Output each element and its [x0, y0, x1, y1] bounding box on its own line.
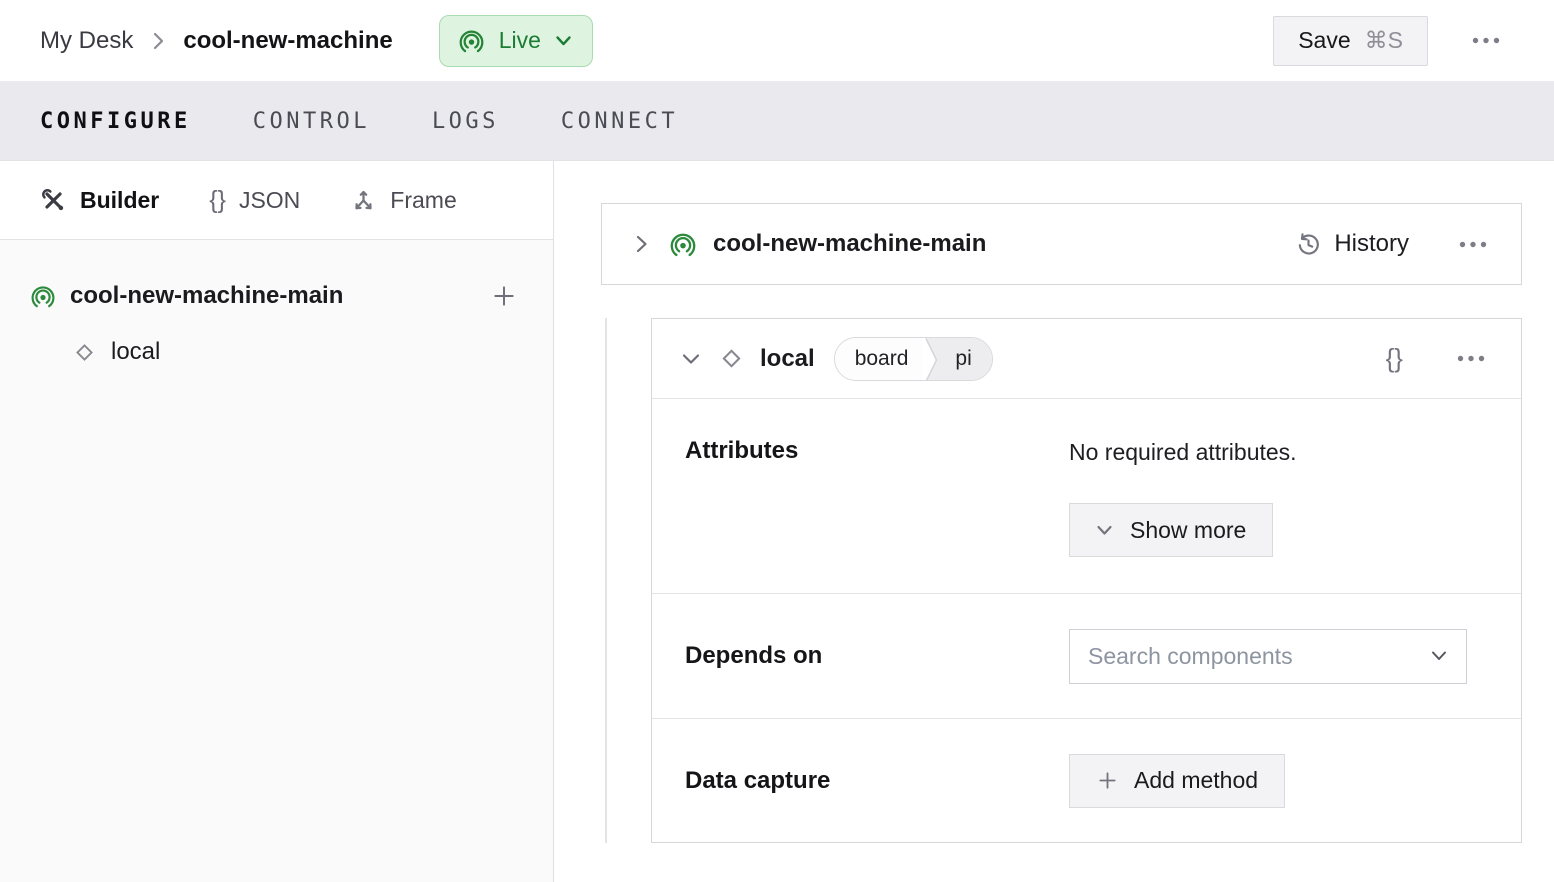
- breadcrumb-current: cool-new-machine: [183, 27, 392, 55]
- tab-control[interactable]: CONTROL: [253, 103, 370, 140]
- component-model-badge: board pi: [834, 337, 993, 381]
- attributes-label: Attributes: [685, 437, 1069, 593]
- mode-tab-builder-label: Builder: [80, 187, 159, 214]
- add-method-button[interactable]: Add method: [1069, 754, 1285, 808]
- tree-item-local[interactable]: local: [0, 328, 553, 376]
- chevron-down-icon: [555, 35, 572, 47]
- collapse-component-button[interactable]: [680, 352, 702, 366]
- section-depends-on: Depends on Search components: [652, 594, 1521, 719]
- breadcrumb-separator-icon: [151, 30, 165, 52]
- broadcast-icon: [458, 27, 485, 54]
- component-more-button[interactable]: [1449, 347, 1493, 370]
- add-component-button[interactable]: [487, 279, 521, 313]
- save-shortcut-hint: ⌘S: [1365, 27, 1403, 54]
- plus-icon: [491, 283, 517, 309]
- broadcast-icon: [30, 283, 56, 309]
- mode-tab-builder[interactable]: Builder: [40, 187, 159, 214]
- show-more-button[interactable]: Show more: [1069, 503, 1273, 557]
- content-area: Builder {} JSON Frame: [0, 161, 1554, 882]
- chevron-down-icon: [680, 352, 702, 366]
- mode-tab-frame[interactable]: Frame: [350, 187, 456, 214]
- expand-machine-card-button[interactable]: [628, 226, 655, 262]
- machine-part-card: cool-new-machine-main History: [601, 203, 1522, 285]
- chevron-down-icon: [1430, 650, 1448, 662]
- top-header: My Desk cool-new-machine Live Save ⌘S: [0, 0, 1554, 82]
- plus-icon: [1096, 769, 1119, 792]
- data-capture-label: Data capture: [685, 767, 1069, 795]
- save-button[interactable]: Save ⌘S: [1273, 16, 1428, 66]
- section-data-capture: Data capture Add method: [652, 719, 1521, 842]
- history-button-label: History: [1334, 230, 1409, 258]
- broadcast-icon: [669, 230, 697, 258]
- configure-sidebar: Builder {} JSON Frame: [0, 161, 554, 882]
- depends-on-placeholder: Search components: [1088, 643, 1430, 670]
- live-badge-label: Live: [499, 27, 541, 54]
- show-more-label: Show more: [1130, 517, 1246, 544]
- component-card-header: local board pi {}: [652, 319, 1521, 399]
- live-status-dropdown[interactable]: Live: [439, 15, 593, 67]
- add-method-label: Add method: [1134, 767, 1258, 794]
- sidebar-mode-tabs: Builder {} JSON Frame: [0, 161, 553, 240]
- mode-tab-frame-label: Frame: [390, 187, 456, 214]
- badge-type-label: board: [835, 338, 923, 380]
- badge-divider-chevron-icon: [922, 338, 943, 380]
- frame-axes-icon: [350, 187, 377, 214]
- section-attributes: Attributes No required attributes. Show …: [652, 399, 1521, 594]
- braces-icon: {}: [1386, 343, 1403, 374]
- history-button[interactable]: History: [1295, 230, 1409, 258]
- ellipsis-icon: [1472, 37, 1500, 44]
- breadcrumb: My Desk cool-new-machine: [40, 27, 393, 55]
- diamond-icon: [72, 340, 97, 365]
- ellipsis-icon: [1457, 355, 1485, 362]
- header-more-menu-button[interactable]: [1462, 27, 1510, 54]
- tree-item-local-label: local: [111, 338, 160, 366]
- machine-card-more-button[interactable]: [1451, 233, 1495, 256]
- machine-part-title: cool-new-machine-main: [713, 230, 986, 258]
- chevron-right-icon: [634, 232, 649, 256]
- machine-nav-tabs: CONFIGURE CONTROL LOGS CONNECT: [0, 82, 1554, 161]
- save-button-label: Save: [1298, 27, 1350, 54]
- component-indent-guide: local board pi {}: [605, 318, 1522, 843]
- configure-main-panel: cool-new-machine-main History: [554, 161, 1554, 882]
- ellipsis-icon: [1459, 241, 1487, 248]
- component-tree: cool-new-machine-main local: [0, 240, 553, 376]
- braces-icon: {}: [209, 186, 226, 215]
- chevron-down-icon: [1096, 525, 1113, 536]
- tree-item-machine-label: cool-new-machine-main: [70, 282, 343, 310]
- attributes-empty-text: No required attributes.: [1069, 437, 1493, 466]
- tree-item-machine-main[interactable]: cool-new-machine-main: [0, 272, 553, 320]
- breadcrumb-parent[interactable]: My Desk: [40, 27, 133, 55]
- component-card-local: local board pi {}: [651, 318, 1522, 843]
- component-name: local: [760, 345, 815, 373]
- tab-connect[interactable]: CONNECT: [561, 103, 678, 140]
- depends-on-label: Depends on: [685, 642, 1069, 670]
- tab-logs[interactable]: LOGS: [432, 103, 499, 140]
- mode-tab-json-label: JSON: [239, 187, 300, 214]
- mode-tab-json[interactable]: {} JSON: [209, 186, 300, 215]
- tab-configure[interactable]: CONFIGURE: [40, 103, 191, 140]
- edit-json-button[interactable]: {}: [1382, 339, 1407, 378]
- history-clock-icon: [1295, 231, 1322, 258]
- diamond-icon: [718, 345, 745, 372]
- depends-on-select[interactable]: Search components: [1069, 629, 1467, 684]
- badge-model-label: pi: [943, 338, 991, 380]
- tools-icon: [40, 187, 67, 214]
